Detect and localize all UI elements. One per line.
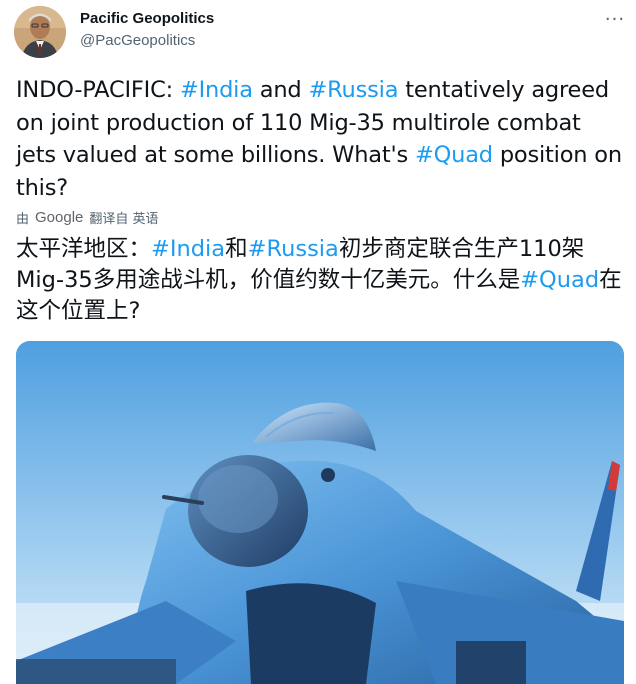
translation-by-label: 由 — [16, 211, 30, 227]
translation-attribution[interactable]: 由 Google 翻译自 英语 — [16, 207, 159, 227]
translated-and: 和 — [225, 236, 248, 262]
hashtag-russia[interactable]: #Russia — [308, 77, 398, 103]
translated-hashtag-india[interactable]: #India — [151, 236, 225, 262]
hashtag-quad[interactable]: #Quad — [415, 142, 493, 168]
author-avatar[interactable] — [14, 6, 66, 58]
translated-hashtag-quad[interactable]: #Quad — [520, 267, 599, 293]
translated-prefix: 太平洋地区： — [16, 236, 152, 262]
tweet-media-image[interactable] — [16, 341, 624, 684]
translated-text: 太平洋地区：#India和#Russia初步商定联合生产110架Mig-35多用… — [16, 234, 622, 327]
more-options-icon[interactable]: ··· — [600, 4, 630, 34]
translation-action-label: 翻译自 英语 — [89, 211, 159, 227]
translated-hashtag-russia[interactable]: #Russia — [248, 236, 339, 262]
tweet-text-prefix: INDO-PACIFIC: — [16, 77, 180, 103]
author-name[interactable]: Pacific Geopolitics — [80, 10, 214, 27]
google-logo: Google — [35, 208, 84, 226]
tweet: Pacific Geopolitics @PacGeopolitics ··· … — [0, 0, 636, 684]
hashtag-india[interactable]: #India — [180, 77, 253, 103]
author-handle[interactable]: @PacGeopolitics — [80, 32, 195, 49]
tweet-text-and: and — [252, 77, 309, 103]
tweet-text: INDO-PACIFIC: #India and #Russia tentati… — [16, 74, 622, 204]
